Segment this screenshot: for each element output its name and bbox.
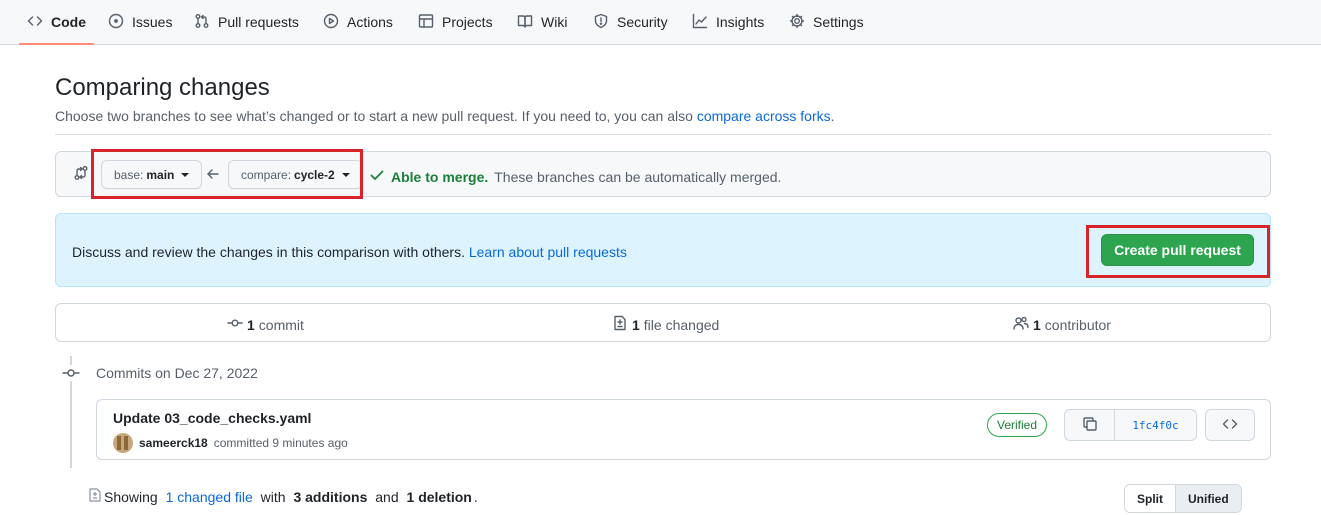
tab-settings[interactable]: Settings xyxy=(789,0,864,44)
subtitle-text: Choose two branches to see what’s change… xyxy=(55,108,693,124)
tab-wiki[interactable]: Wiki xyxy=(517,0,567,44)
tab-label: Settings xyxy=(813,14,864,30)
tab-label: Pull requests xyxy=(218,14,299,30)
stat-contributors[interactable]: 1 contributor xyxy=(1013,315,1111,334)
tab-label: Issues xyxy=(132,14,173,30)
split-view-button[interactable]: Split xyxy=(1125,485,1175,512)
commit-sha-group: 1fc4f0c xyxy=(1064,409,1197,441)
book-icon xyxy=(517,13,533,32)
highlight-branch-selectors xyxy=(91,149,363,199)
tab-security[interactable]: Security xyxy=(593,0,668,44)
files-count: 1 xyxy=(632,316,640,333)
merge-status-label: Able to merge. xyxy=(391,168,489,185)
tab-label: Code xyxy=(51,14,86,30)
commit-message-link[interactable]: Update 03_code_checks.yaml xyxy=(113,410,311,426)
merge-status: Able to merge. These branches can be aut… xyxy=(369,167,781,186)
diff-view-toggle: Split Unified xyxy=(1124,484,1242,513)
summary-deletions: 1 deletion xyxy=(406,488,472,505)
commit-icon xyxy=(227,315,243,334)
verified-badge[interactable]: Verified xyxy=(987,413,1048,437)
commits-date-heading: Commits on Dec 27, 2022 xyxy=(96,365,258,381)
tab-insights[interactable]: Insights xyxy=(692,0,764,44)
play-icon xyxy=(323,13,339,32)
compare-across-forks-link[interactable]: compare across forks xyxy=(697,108,831,124)
changed-files-link[interactable]: 1 changed file xyxy=(166,489,253,505)
pull-request-icon xyxy=(194,13,210,32)
tab-actions[interactable]: Actions xyxy=(323,0,393,44)
commits-label: commit xyxy=(258,316,304,333)
divider xyxy=(55,134,1271,135)
table-icon xyxy=(418,13,434,32)
issue-icon xyxy=(108,13,124,32)
graph-icon xyxy=(692,13,708,32)
commit-time: committed 9 minutes ago xyxy=(213,436,348,450)
summary-showing: Showing xyxy=(104,488,158,505)
commits-count: 1 xyxy=(247,316,255,333)
merge-status-detail: These branches can be automatically merg… xyxy=(494,168,782,185)
page-title: Comparing changes xyxy=(55,74,270,101)
tab-label: Wiki xyxy=(541,14,568,30)
contributors-count: 1 xyxy=(1033,316,1041,333)
commit-author-link[interactable]: sameerck18 xyxy=(139,436,208,450)
tab-code[interactable]: Code xyxy=(19,0,94,45)
summary-end: . xyxy=(473,488,478,505)
banner-message: Discuss and review the changes in this c… xyxy=(72,244,465,260)
tab-label: Actions xyxy=(347,14,393,30)
copy-icon xyxy=(1082,416,1098,435)
commit-card: Update 03_code_checks.yaml sameerck18 co… xyxy=(96,399,1271,460)
tab-label: Projects xyxy=(442,14,493,30)
learn-about-pull-requests-link[interactable]: Learn about pull requests xyxy=(469,244,627,260)
check-icon xyxy=(369,167,385,186)
summary-with: with xyxy=(260,488,286,505)
tab-pull-requests[interactable]: Pull requests xyxy=(194,0,299,44)
stat-commits[interactable]: 1 commit xyxy=(227,315,304,334)
unified-view-button[interactable]: Unified xyxy=(1175,485,1241,512)
tab-label: Insights xyxy=(716,14,765,30)
code-icon xyxy=(1222,416,1238,435)
code-icon xyxy=(27,13,43,32)
copy-sha-button[interactable] xyxy=(1065,410,1115,440)
summary-and: and xyxy=(375,488,399,505)
file-diff-icon xyxy=(612,315,628,334)
people-icon xyxy=(1013,315,1029,334)
tab-projects[interactable]: Projects xyxy=(418,0,493,44)
contributors-label: contributor xyxy=(1044,316,1111,333)
banner-text: Discuss and review the changes in this c… xyxy=(72,244,627,260)
browse-files-button[interactable] xyxy=(1205,409,1255,441)
files-label: file changed xyxy=(643,316,720,333)
page-subtitle: Choose two branches to see what’s change… xyxy=(55,108,835,124)
tab-label: Security xyxy=(617,14,668,30)
summary-additions: 3 additions xyxy=(293,488,368,505)
shield-icon xyxy=(593,13,609,32)
commit-sha-link[interactable]: 1fc4f0c xyxy=(1115,410,1196,440)
file-diff-icon xyxy=(88,488,102,505)
diff-summary: Showing 1 changed file with 3 additions … xyxy=(88,488,478,505)
avatar[interactable] xyxy=(113,433,133,453)
tab-issues[interactable]: Issues xyxy=(108,0,172,44)
repo-nav: Code Issues Pull requests Actions Projec… xyxy=(0,0,1321,45)
comparison-stats: 1 commit 1 file changed 1 contributor xyxy=(55,303,1271,342)
subtitle-end: . xyxy=(830,108,835,124)
highlight-create-button xyxy=(1086,225,1270,278)
git-compare-icon xyxy=(73,165,89,181)
stat-files-changed[interactable]: 1 file changed xyxy=(612,315,719,334)
commit-icon xyxy=(62,365,80,381)
commit-meta: sameerck18 committed 9 minutes ago xyxy=(113,433,348,453)
gear-icon xyxy=(789,13,805,32)
